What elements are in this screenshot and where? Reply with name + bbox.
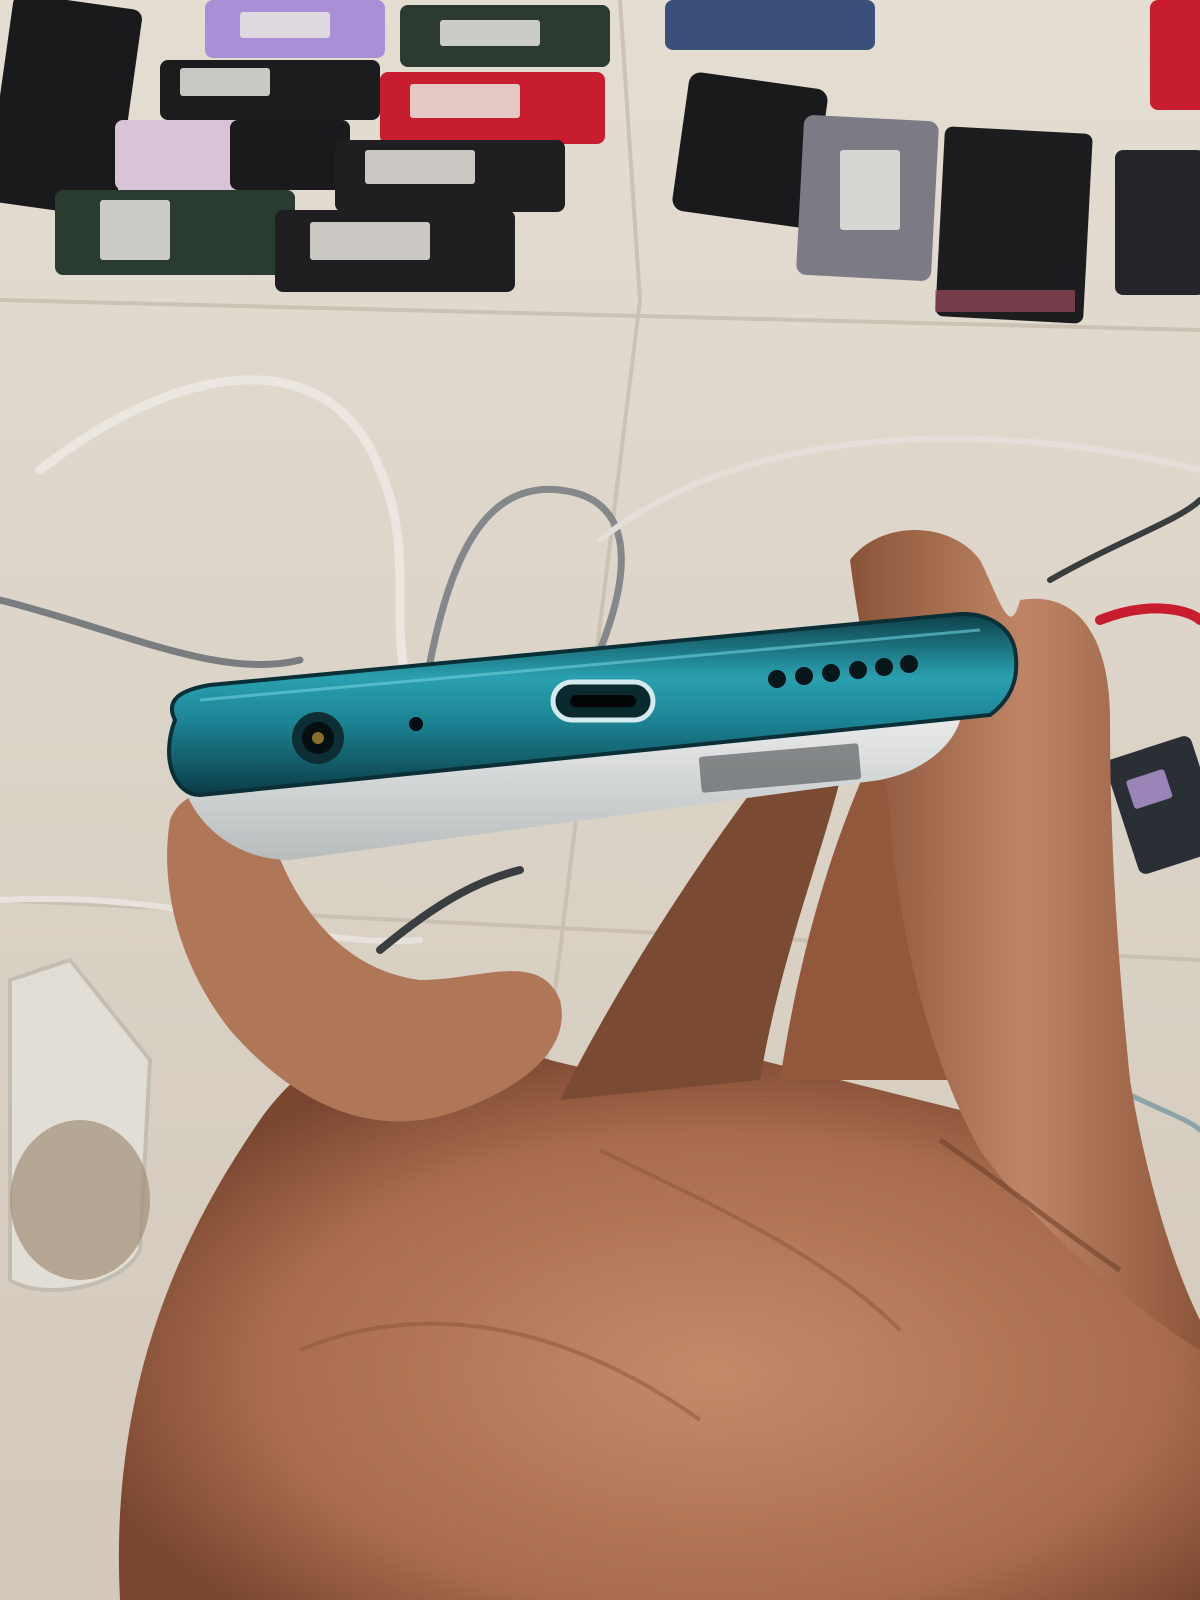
photo-canvas [0, 0, 1200, 1600]
bg-phone [665, 0, 875, 50]
bg-phone [230, 120, 350, 190]
usb-c-port-icon [550, 679, 656, 723]
bg-phone [1150, 0, 1200, 110]
photo-scene [0, 0, 1200, 1600]
bg-phone [115, 120, 245, 190]
bg-phone [1115, 150, 1200, 295]
headphone-jack-icon [292, 712, 344, 764]
microphone-hole-icon [409, 717, 423, 731]
bg-phone [55, 190, 295, 275]
